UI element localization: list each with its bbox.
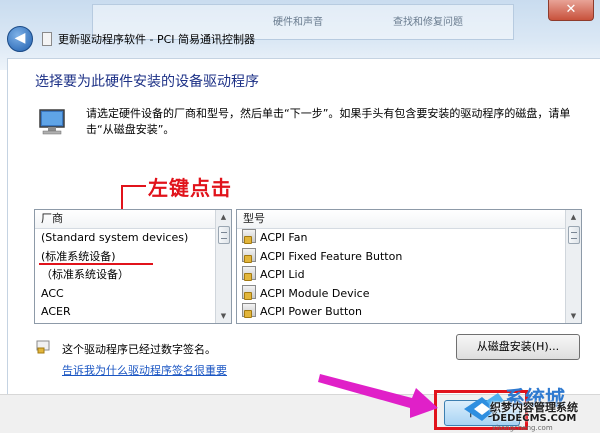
model-column-header[interactable]: 型号 xyxy=(237,210,581,229)
signing-info-link[interactable]: 告诉我为什么驱动程序签名很重要 xyxy=(62,362,227,378)
list-item[interactable]: ACPI Power Button xyxy=(237,303,581,322)
list-item-label: ACPI Fixed Feature Button xyxy=(260,249,403,263)
driver-certificate-icon xyxy=(242,303,256,318)
manufacturer-scrollbar[interactable]: ▲ ▼ xyxy=(215,210,231,323)
list-item[interactable]: (Standard system devices) xyxy=(35,229,231,248)
manufacturer-list[interactable]: 厂商 (Standard system devices) (标准系统设备) （标… xyxy=(34,209,232,324)
list-item-label: ACPI Power Button xyxy=(260,305,362,318)
instruction-text: 请选定硬件设备的厂商和型号，然后单击“下一步”。如果手头有包含要安装的驱动程序的… xyxy=(86,107,571,136)
driver-certificate-icon xyxy=(242,284,256,300)
list-item-label: ACPI Module Device xyxy=(260,286,370,300)
scroll-thumb[interactable] xyxy=(218,226,230,244)
signed-driver-icon xyxy=(36,340,50,354)
model-scrollbar[interactable]: ▲ ▼ xyxy=(565,210,581,323)
list-item[interactable]: ACER xyxy=(35,303,231,322)
watermark-text: xitongcheng.com xyxy=(492,424,553,432)
scroll-down-icon[interactable]: ▼ xyxy=(566,309,581,323)
list-item-label: ACPI Lid xyxy=(260,268,305,281)
signed-status-text: 这个驱动程序已经过数字签名。 xyxy=(62,343,216,356)
background-text: 查找和修复问题 xyxy=(393,17,463,28)
device-icon xyxy=(42,32,52,46)
scroll-up-icon[interactable]: ▲ xyxy=(566,210,581,224)
list-item[interactable]: ACPI Fixed Feature Button xyxy=(237,247,581,267)
list-item-label: (标准系统设备) xyxy=(41,249,116,263)
computer-icon xyxy=(39,109,65,135)
list-item-selected[interactable]: (标准系统设备) xyxy=(35,248,231,267)
model-list[interactable]: 型号 ACPI Fan ACPI Fixed Feature Button AC… xyxy=(236,209,582,324)
list-item[interactable]: ACPI Module Device xyxy=(237,284,581,304)
list-item[interactable]: ACC xyxy=(35,285,231,304)
page-heading: 选择要为此硬件安装的设备驱动程序 xyxy=(35,74,259,90)
list-item-label: ACPI Fan xyxy=(260,231,308,244)
background-text: 硬件和声音 xyxy=(273,17,323,28)
driver-certificate-icon xyxy=(242,266,256,281)
scroll-down-icon[interactable]: ▼ xyxy=(216,309,231,323)
watermark-text: DEDECMS.COM xyxy=(492,413,577,424)
have-disk-button[interactable]: 从磁盘安装(H)... xyxy=(456,334,580,360)
window-title: 更新驱动程序软件 - PCI 简易通讯控制器 xyxy=(58,33,256,46)
list-item[interactable]: （标准系统设备） xyxy=(35,266,231,285)
annotation-underline xyxy=(39,263,153,265)
list-item[interactable]: ACPI Lid xyxy=(237,266,581,285)
back-button[interactable]: ◀ xyxy=(7,26,33,52)
annotation-label: 左键点击 xyxy=(148,176,232,200)
scroll-up-icon[interactable]: ▲ xyxy=(216,210,231,224)
close-button[interactable]: ✕ xyxy=(548,0,594,21)
manufacturer-column-header[interactable]: 厂商 xyxy=(35,210,231,229)
list-item[interactable]: ACPI Fan xyxy=(237,229,581,248)
driver-certificate-icon xyxy=(242,229,256,244)
scroll-thumb[interactable] xyxy=(568,226,580,244)
driver-certificate-icon xyxy=(242,247,256,263)
